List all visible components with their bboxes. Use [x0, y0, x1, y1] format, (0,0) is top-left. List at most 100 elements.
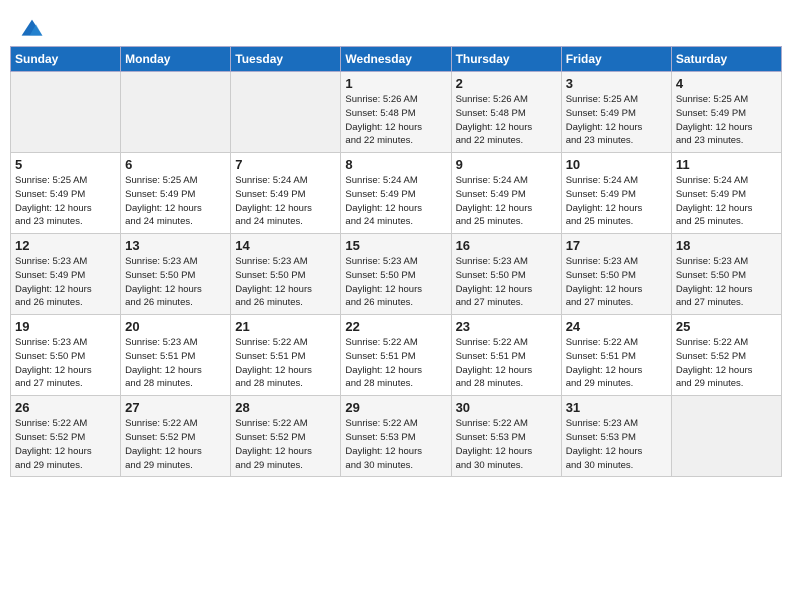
- day-number: 26: [15, 400, 116, 415]
- header-cell-sunday: Sunday: [11, 47, 121, 72]
- day-info: Sunrise: 5:24 AM Sunset: 5:49 PM Dayligh…: [345, 174, 446, 229]
- header-cell-wednesday: Wednesday: [341, 47, 451, 72]
- day-info: Sunrise: 5:23 AM Sunset: 5:51 PM Dayligh…: [125, 336, 226, 391]
- header-cell-thursday: Thursday: [451, 47, 561, 72]
- day-number: 30: [456, 400, 557, 415]
- day-number: 29: [345, 400, 446, 415]
- day-number: 1: [345, 76, 446, 91]
- day-cell: 24 Sunrise: 5:22 AM Sunset: 5:51 PM Dayli…: [561, 315, 671, 396]
- day-cell: 12Sunrise: 5:23 AM Sunset: 5:49 PM Dayli…: [11, 234, 121, 315]
- day-info: Sunrise: 5:26 AM Sunset: 5:48 PM Dayligh…: [456, 93, 557, 148]
- day-cell: 27 Sunrise: 5:22 AM Sunset: 5:52 PM Dayli…: [121, 396, 231, 477]
- day-info: Sunrise: 5:25 AM Sunset: 5:49 PM Dayligh…: [676, 93, 777, 148]
- day-cell: 1 Sunrise: 5:26 AM Sunset: 5:48 PM Daylig…: [341, 72, 451, 153]
- calendar-header: SundayMondayTuesdayWednesdayThursdayFrid…: [11, 47, 782, 72]
- day-info: Sunrise: 5:23 AM Sunset: 5:50 PM Dayligh…: [676, 255, 777, 310]
- day-info: Sunrise: 5:24 AM Sunset: 5:49 PM Dayligh…: [235, 174, 336, 229]
- day-cell: 5Sunrise: 5:25 AM Sunset: 5:49 PM Daylig…: [11, 153, 121, 234]
- day-cell: 22Sunrise: 5:22 AM Sunset: 5:51 PM Dayli…: [341, 315, 451, 396]
- day-number: 2: [456, 76, 557, 91]
- day-cell: 31Sunrise: 5:23 AM Sunset: 5:53 PM Dayli…: [561, 396, 671, 477]
- day-cell: 20 Sunrise: 5:23 AM Sunset: 5:51 PM Dayli…: [121, 315, 231, 396]
- logo: [20, 18, 48, 42]
- day-number: 17: [566, 238, 667, 253]
- day-number: 22: [345, 319, 446, 334]
- day-cell: [121, 72, 231, 153]
- day-info: Sunrise: 5:22 AM Sunset: 5:51 PM Dayligh…: [456, 336, 557, 391]
- day-number: 16: [456, 238, 557, 253]
- day-info: Sunrise: 5:24 AM Sunset: 5:49 PM Dayligh…: [566, 174, 667, 229]
- day-number: 11: [676, 157, 777, 172]
- day-info: Sunrise: 5:22 AM Sunset: 5:51 PM Dayligh…: [566, 336, 667, 391]
- day-cell: 26Sunrise: 5:22 AM Sunset: 5:52 PM Dayli…: [11, 396, 121, 477]
- day-info: Sunrise: 5:23 AM Sunset: 5:50 PM Dayligh…: [15, 336, 116, 391]
- calendar-table: SundayMondayTuesdayWednesdayThursdayFrid…: [10, 46, 782, 477]
- day-cell: 9 Sunrise: 5:24 AM Sunset: 5:49 PM Daylig…: [451, 153, 561, 234]
- header-cell-monday: Monday: [121, 47, 231, 72]
- day-number: 9: [456, 157, 557, 172]
- day-cell: 2 Sunrise: 5:26 AM Sunset: 5:48 PM Daylig…: [451, 72, 561, 153]
- day-cell: 6 Sunrise: 5:25 AM Sunset: 5:49 PM Daylig…: [121, 153, 231, 234]
- day-cell: 17Sunrise: 5:23 AM Sunset: 5:50 PM Dayli…: [561, 234, 671, 315]
- day-cell: 18 Sunrise: 5:23 AM Sunset: 5:50 PM Dayli…: [671, 234, 781, 315]
- day-info: Sunrise: 5:22 AM Sunset: 5:53 PM Dayligh…: [345, 417, 446, 472]
- day-info: Sunrise: 5:22 AM Sunset: 5:52 PM Dayligh…: [235, 417, 336, 472]
- day-info: Sunrise: 5:25 AM Sunset: 5:49 PM Dayligh…: [15, 174, 116, 229]
- day-cell: 16 Sunrise: 5:23 AM Sunset: 5:50 PM Dayli…: [451, 234, 561, 315]
- day-number: 20: [125, 319, 226, 334]
- week-row-3: 12Sunrise: 5:23 AM Sunset: 5:49 PM Dayli…: [11, 234, 782, 315]
- day-number: 7: [235, 157, 336, 172]
- week-row-2: 5Sunrise: 5:25 AM Sunset: 5:49 PM Daylig…: [11, 153, 782, 234]
- day-cell: 13 Sunrise: 5:23 AM Sunset: 5:50 PM Dayli…: [121, 234, 231, 315]
- day-info: Sunrise: 5:22 AM Sunset: 5:52 PM Dayligh…: [676, 336, 777, 391]
- day-cell: 23 Sunrise: 5:22 AM Sunset: 5:51 PM Dayli…: [451, 315, 561, 396]
- week-row-5: 26 Sunrise: 5:22 AM Sunset: 5:52 PM Dayli…: [11, 396, 782, 477]
- day-cell: [671, 396, 781, 477]
- day-info: Sunrise: 5:23 AM Sunset: 5:50 PM Dayligh…: [235, 255, 336, 310]
- day-number: 6: [125, 157, 226, 172]
- day-info: Sunrise: 5:26 AM Sunset: 5:48 PM Dayligh…: [345, 93, 446, 148]
- day-info: Sunrise: 5:22 AM Sunset: 5:53 PM Dayligh…: [456, 417, 557, 472]
- day-cell: 4 Sunrise: 5:25 AM Sunset: 5:49 PM Daylig…: [671, 72, 781, 153]
- day-cell: 8 Sunrise: 5:24 AM Sunset: 5:49 PM Daylig…: [341, 153, 451, 234]
- day-number: 25: [676, 319, 777, 334]
- day-info: Sunrise: 5:22 AM Sunset: 5:52 PM Dayligh…: [125, 417, 226, 472]
- day-number: 15: [345, 238, 446, 253]
- day-info: Sunrise: 5:25 AM Sunset: 5:49 PM Dayligh…: [125, 174, 226, 229]
- day-number: 10: [566, 157, 667, 172]
- header-cell-saturday: Saturday: [671, 47, 781, 72]
- day-number: 8: [345, 157, 446, 172]
- week-row-4: 19Sunrise: 5:23 AM Sunset: 5:50 PM Dayli…: [11, 315, 782, 396]
- page-header: [10, 10, 782, 46]
- day-cell: 29 Sunrise: 5:22 AM Sunset: 5:53 PM Dayli…: [341, 396, 451, 477]
- day-cell: 3 Sunrise: 5:25 AM Sunset: 5:49 PM Daylig…: [561, 72, 671, 153]
- day-cell: 19Sunrise: 5:23 AM Sunset: 5:50 PM Dayli…: [11, 315, 121, 396]
- day-info: Sunrise: 5:22 AM Sunset: 5:51 PM Dayligh…: [235, 336, 336, 391]
- day-number: 13: [125, 238, 226, 253]
- day-cell: 10 Sunrise: 5:24 AM Sunset: 5:49 PM Dayli…: [561, 153, 671, 234]
- day-number: 4: [676, 76, 777, 91]
- header-cell-friday: Friday: [561, 47, 671, 72]
- day-info: Sunrise: 5:23 AM Sunset: 5:49 PM Dayligh…: [15, 255, 116, 310]
- logo-icon: [20, 18, 44, 42]
- day-info: Sunrise: 5:23 AM Sunset: 5:50 PM Dayligh…: [456, 255, 557, 310]
- day-info: Sunrise: 5:25 AM Sunset: 5:49 PM Dayligh…: [566, 93, 667, 148]
- day-number: 24: [566, 319, 667, 334]
- day-number: 28: [235, 400, 336, 415]
- day-cell: 11Sunrise: 5:24 AM Sunset: 5:49 PM Dayli…: [671, 153, 781, 234]
- day-cell: [231, 72, 341, 153]
- day-cell: [11, 72, 121, 153]
- day-info: Sunrise: 5:23 AM Sunset: 5:50 PM Dayligh…: [125, 255, 226, 310]
- day-number: 18: [676, 238, 777, 253]
- day-number: 21: [235, 319, 336, 334]
- day-number: 3: [566, 76, 667, 91]
- day-cell: 21 Sunrise: 5:22 AM Sunset: 5:51 PM Dayli…: [231, 315, 341, 396]
- day-cell: 15Sunrise: 5:23 AM Sunset: 5:50 PM Dayli…: [341, 234, 451, 315]
- day-cell: 7 Sunrise: 5:24 AM Sunset: 5:49 PM Daylig…: [231, 153, 341, 234]
- day-number: 27: [125, 400, 226, 415]
- day-number: 23: [456, 319, 557, 334]
- header-cell-tuesday: Tuesday: [231, 47, 341, 72]
- day-cell: 25 Sunrise: 5:22 AM Sunset: 5:52 PM Dayli…: [671, 315, 781, 396]
- day-info: Sunrise: 5:24 AM Sunset: 5:49 PM Dayligh…: [456, 174, 557, 229]
- header-row: SundayMondayTuesdayWednesdayThursdayFrid…: [11, 47, 782, 72]
